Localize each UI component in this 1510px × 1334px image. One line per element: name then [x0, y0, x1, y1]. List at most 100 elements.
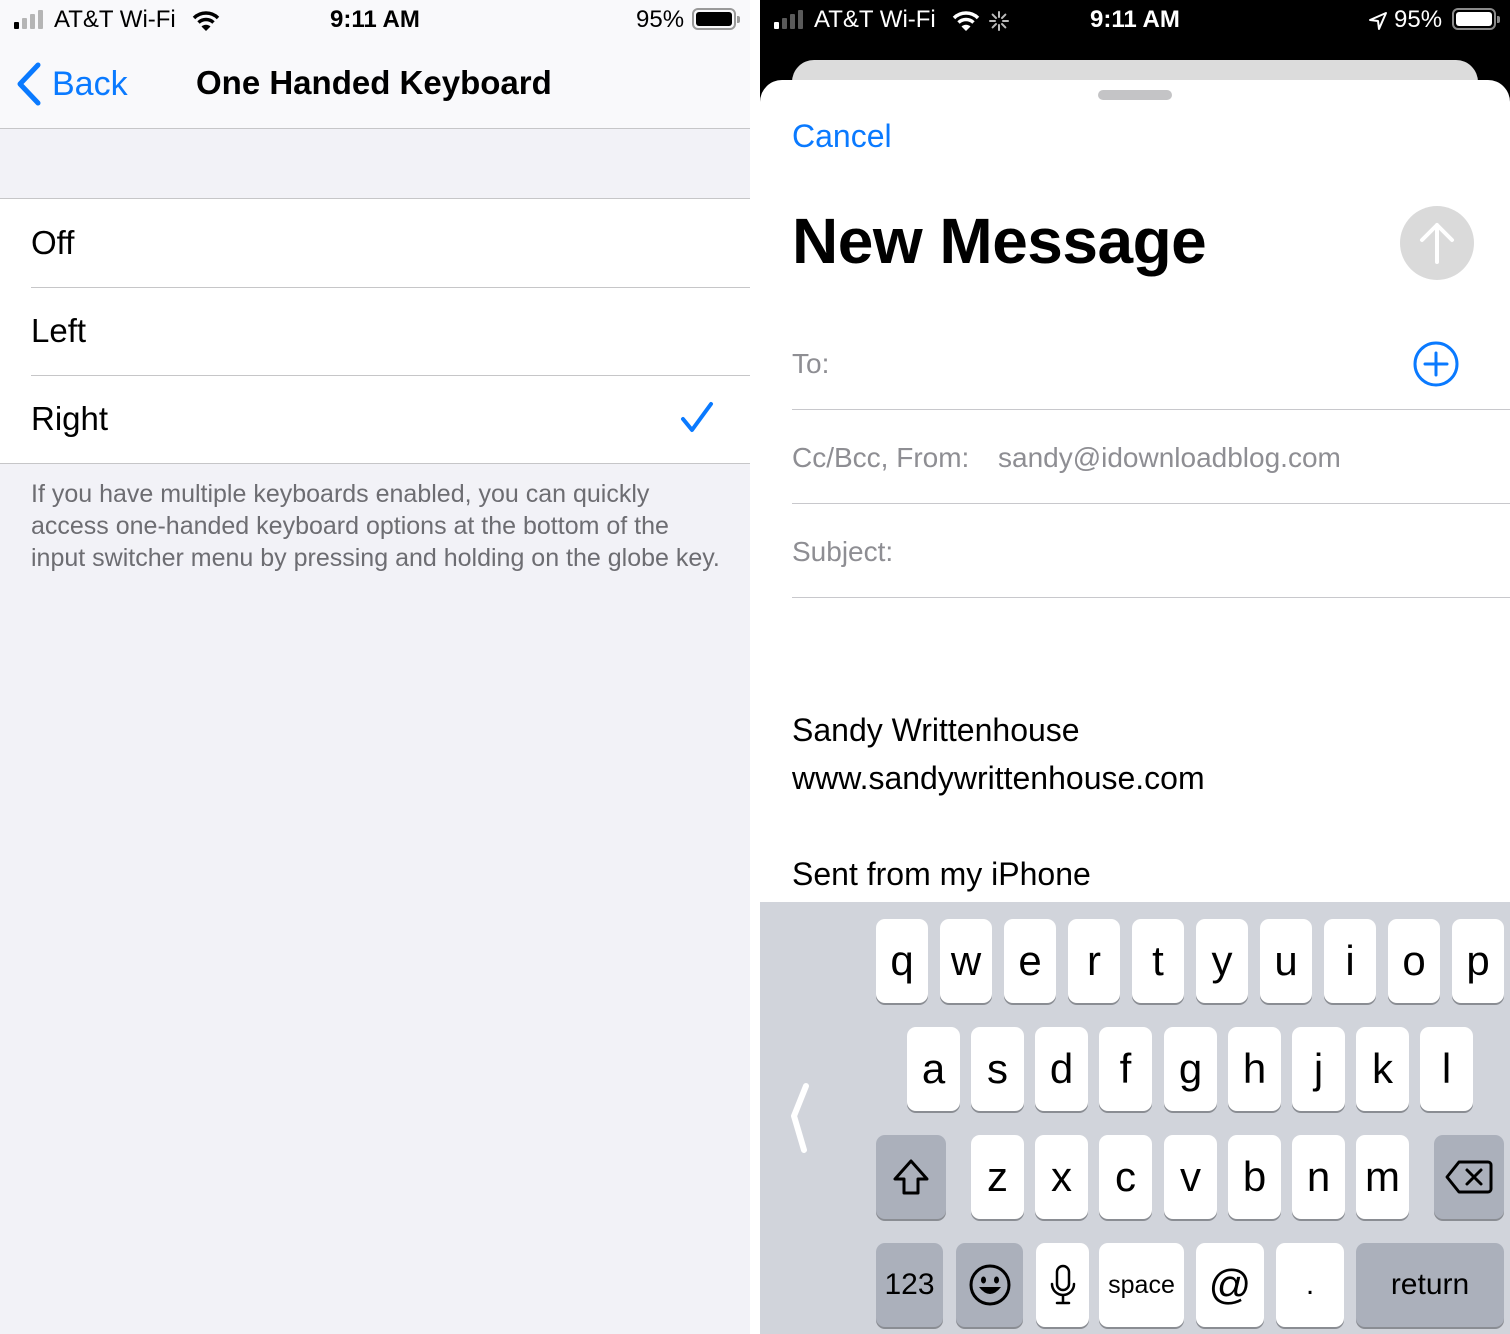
key-a[interactable]: a — [907, 1027, 960, 1111]
key-m[interactable]: m — [1356, 1135, 1409, 1219]
return-key[interactable]: return — [1356, 1243, 1504, 1327]
key-label: q — [890, 937, 914, 984]
key-j[interactable]: j — [1292, 1027, 1345, 1111]
key-i[interactable]: i — [1324, 919, 1376, 1003]
key-label: r — [1087, 937, 1101, 984]
key-label: h — [1242, 1045, 1267, 1092]
key-b[interactable]: b — [1228, 1135, 1281, 1219]
send-button[interactable] — [1400, 206, 1474, 280]
cc-bcc-from-field[interactable]: Cc/Bcc, From: sandy@idownloadblog.com — [792, 410, 1510, 504]
one-handed-keyboard: q w e r t y u i o p a s d f g h j k l z … — [760, 902, 1510, 1334]
delete-key[interactable] — [1434, 1135, 1504, 1219]
key-l[interactable]: l — [1420, 1027, 1473, 1111]
key-r[interactable]: r — [1068, 919, 1120, 1003]
period-key[interactable]: . — [1276, 1243, 1344, 1327]
back-button[interactable]: Back — [14, 62, 128, 106]
battery-icon — [692, 8, 740, 30]
page-title: One Handed Keyboard — [196, 64, 552, 101]
footnote-text: If you have multiple keyboards enabled, … — [31, 480, 720, 572]
key-label: return — [1390, 1268, 1470, 1301]
keyboard-option-list: Off Left Right — [0, 198, 750, 464]
cc-bcc-from-label: Cc/Bcc, From: — [792, 442, 970, 473]
key-t[interactable]: t — [1132, 919, 1184, 1003]
sent-from-text[interactable]: Sent from my iPhone — [792, 856, 1091, 893]
key-label: t — [1152, 937, 1164, 984]
key-label: x — [1051, 1153, 1072, 1200]
wifi-icon — [952, 11, 980, 31]
key-x[interactable]: x — [1035, 1135, 1088, 1219]
option-left[interactable]: Left — [0, 287, 750, 375]
key-z[interactable]: z — [971, 1135, 1024, 1219]
battery-percent: 95% — [1394, 6, 1443, 33]
key-c[interactable]: c — [1099, 1135, 1152, 1219]
key-n[interactable]: n — [1292, 1135, 1345, 1219]
key-v[interactable]: v — [1164, 1135, 1217, 1219]
key-label: . — [1305, 1268, 1315, 1301]
emoji-icon — [969, 1264, 1010, 1306]
key-u[interactable]: u — [1260, 919, 1312, 1003]
compose-title: New Message — [792, 205, 1207, 277]
back-label: Back — [52, 64, 128, 103]
option-label: Off — [31, 224, 75, 261]
to-field[interactable]: To: — [792, 316, 1510, 410]
space-key[interactable]: space — [1099, 1243, 1184, 1327]
key-w[interactable]: w — [940, 919, 992, 1003]
key-p[interactable]: p — [1452, 919, 1504, 1003]
settings-screen: AT&T Wi-Fi 9:11 AM 95% Back One Handed K… — [0, 0, 750, 1334]
key-q[interactable]: q — [876, 919, 928, 1003]
key-label: s — [987, 1045, 1008, 1092]
key-g[interactable]: g — [1164, 1027, 1217, 1111]
key-label: b — [1242, 1153, 1267, 1200]
key-label: z — [987, 1153, 1008, 1200]
subject-label: Subject: — [792, 536, 894, 567]
option-off[interactable]: Off — [0, 199, 750, 287]
checkmark-icon — [681, 402, 713, 432]
status-bar: AT&T Wi-Fi 9:11 AM 95% — [0, 0, 750, 42]
clock: 9:11 AM — [330, 6, 420, 33]
key-label: y — [1211, 937, 1233, 984]
numbers-key[interactable]: 123 — [876, 1243, 943, 1327]
microphone-icon — [1050, 1264, 1075, 1305]
arrow-up-icon — [1420, 223, 1454, 264]
clock: 9:11 AM — [1090, 6, 1180, 33]
cancel-button[interactable]: Cancel — [792, 118, 892, 155]
key-s[interactable]: s — [971, 1027, 1024, 1111]
key-label: o — [1402, 937, 1426, 984]
key-label: w — [950, 937, 982, 984]
subject-field[interactable]: Subject: — [792, 504, 1510, 598]
key-label: 123 — [884, 1268, 935, 1301]
signature-name[interactable]: Sandy Writtenhouse — [792, 712, 1080, 749]
key-label: space — [1108, 1270, 1175, 1299]
battery-icon — [1452, 8, 1500, 30]
option-right[interactable]: Right — [0, 375, 750, 463]
key-o[interactable]: o — [1388, 919, 1440, 1003]
key-label: g — [1178, 1045, 1203, 1092]
key-y[interactable]: y — [1196, 919, 1248, 1003]
carrier-label: AT&T Wi-Fi — [814, 6, 936, 33]
add-contact-button[interactable] — [1412, 340, 1460, 388]
key-e[interactable]: e — [1004, 919, 1056, 1003]
option-label: Left — [31, 312, 87, 349]
emoji-key[interactable] — [956, 1243, 1023, 1327]
expand-keyboard-chevron-icon[interactable] — [786, 1082, 814, 1154]
navigation-bar: Back One Handed Keyboard — [0, 42, 750, 129]
key-label: @ — [1208, 1261, 1252, 1308]
key-k[interactable]: k — [1356, 1027, 1409, 1111]
signature-url[interactable]: www.sandywrittenhouse.com — [792, 760, 1205, 797]
key-label: u — [1274, 937, 1298, 984]
key-label: e — [1018, 937, 1042, 984]
at-key[interactable]: @ — [1196, 1243, 1264, 1327]
key-h[interactable]: h — [1228, 1027, 1281, 1111]
key-d[interactable]: d — [1035, 1027, 1088, 1111]
key-label: c — [1115, 1153, 1136, 1200]
dictation-key[interactable] — [1036, 1243, 1089, 1327]
sheet-grabber[interactable] — [1098, 90, 1172, 100]
key-label: i — [1345, 937, 1355, 984]
to-label: To: — [792, 348, 830, 379]
shift-key[interactable] — [876, 1135, 946, 1219]
from-address[interactable]: sandy@idownloadblog.com — [998, 442, 1341, 474]
cellular-signal-icon — [774, 10, 803, 29]
backspace-icon — [1445, 1160, 1493, 1194]
key-label: f — [1119, 1045, 1132, 1092]
key-f[interactable]: f — [1099, 1027, 1152, 1111]
